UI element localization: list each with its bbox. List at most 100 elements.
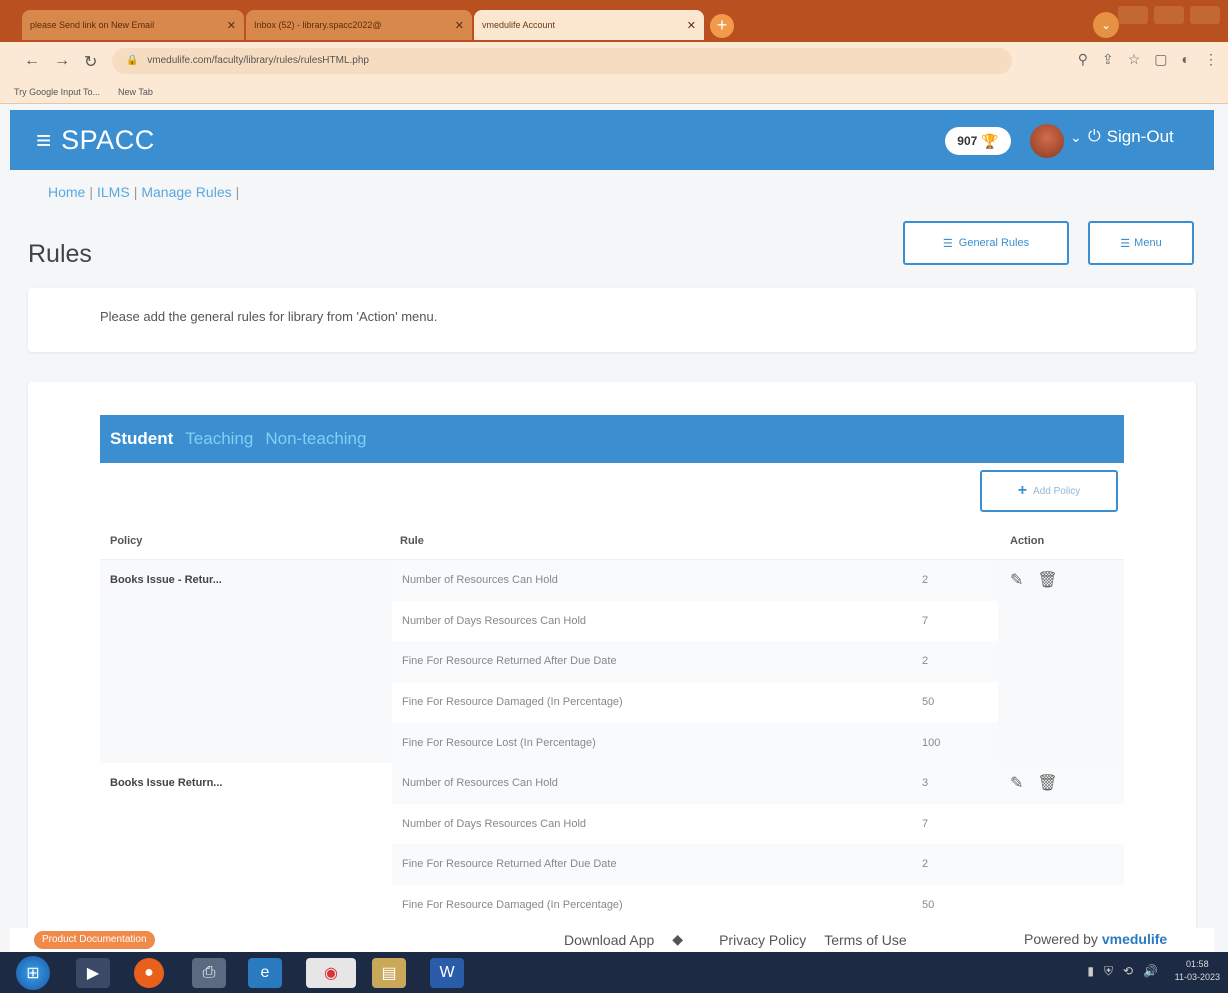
add-policy-button[interactable]: + Add Policy bbox=[980, 470, 1118, 512]
column-header-policy: Policy bbox=[110, 534, 143, 547]
rule-value: 2 bbox=[922, 574, 929, 587]
printer-icon[interactable]: ⎙ bbox=[192, 958, 226, 988]
chrome-icon[interactable]: ◉ bbox=[306, 958, 356, 988]
tab-non-teaching[interactable]: Non-teaching bbox=[265, 429, 366, 449]
browser-tab-1[interactable]: please Send link on New Email ✕ bbox=[22, 10, 244, 40]
app-window: ≡ SPACC 907 🏆 ⌄ ⏻ Sign-Out Home | ILMS | Man… bbox=[10, 110, 1214, 993]
rule-name: Fine For Resource Returned After Due Dat… bbox=[402, 858, 617, 871]
browser-tab-2[interactable]: Inbox (52) - library.spacc2022@ ✕ bbox=[246, 10, 472, 40]
column-header-action: Action bbox=[1010, 534, 1045, 547]
signout-button[interactable]: ⏻ Sign-Out bbox=[1088, 127, 1174, 147]
system-clock[interactable]: 01:58 11-03-2023 bbox=[1175, 958, 1220, 984]
android-icon[interactable]: ◆ bbox=[672, 931, 683, 948]
browser-tab-title: please Send link on New Email bbox=[30, 20, 155, 30]
trash-icon[interactable]: 🗑 bbox=[1037, 773, 1057, 915]
menu-button[interactable]: ☰ Menu bbox=[1088, 221, 1194, 265]
browser-tab-bar: please Send link on New Email ✕ Inbox (5… bbox=[0, 0, 1228, 42]
breadcrumb-home[interactable]: Home bbox=[48, 184, 85, 200]
edit-icon[interactable]: ✎ bbox=[1010, 570, 1023, 753]
plus-icon: + bbox=[1017, 482, 1028, 499]
rule-name: Fine For Resource Damaged (In Percentage… bbox=[402, 696, 623, 709]
close-icon[interactable]: ✕ bbox=[455, 19, 464, 32]
file-explorer-icon[interactable]: ▤ bbox=[372, 958, 406, 988]
download-app-link[interactable]: Download App bbox=[564, 932, 654, 948]
rule-value: 2 bbox=[922, 655, 929, 668]
browser-tab-title: vmedulife Account bbox=[482, 20, 556, 30]
clock-time: 01:58 bbox=[1186, 959, 1209, 969]
footer: Product Documentation Download App ◆ Pri… bbox=[10, 928, 1214, 952]
minimize-button[interactable] bbox=[1118, 6, 1148, 24]
powered-by-brand[interactable]: vmedulife bbox=[1102, 931, 1167, 947]
user-type-tabs: Student Teaching Non-teaching bbox=[100, 415, 1124, 463]
points-badge[interactable]: 907 🏆 bbox=[945, 127, 1011, 155]
rule-value: 7 bbox=[922, 817, 929, 830]
firefox-icon[interactable]: ● bbox=[134, 958, 164, 988]
edit-icon[interactable]: ✎ bbox=[1010, 773, 1023, 915]
list-icon: ☰ bbox=[942, 237, 953, 250]
new-tab-button[interactable]: + bbox=[710, 14, 734, 38]
search-icon[interactable]: ⚲ bbox=[1078, 51, 1088, 68]
bookmark-item[interactable]: New Tab bbox=[118, 87, 153, 97]
avatar[interactable] bbox=[1030, 124, 1064, 158]
shield-icon[interactable]: ⛨ bbox=[1104, 964, 1113, 979]
table-header: Policy Rule Action bbox=[100, 522, 1124, 560]
media-player-icon[interactable]: ▶ bbox=[76, 958, 110, 988]
tab-search-icon[interactable]: ⌄ bbox=[1093, 12, 1119, 38]
share-icon[interactable]: ⇪ bbox=[1102, 51, 1114, 68]
close-icon[interactable]: ✕ bbox=[227, 19, 236, 32]
menu-label: Menu bbox=[1134, 237, 1162, 249]
tab-student[interactable]: Student bbox=[110, 429, 173, 449]
tab-teaching[interactable]: Teaching bbox=[185, 429, 253, 449]
url-field[interactable]: 🔒 vmedulife.com/faculty/library/rules/ru… bbox=[112, 48, 1012, 74]
points-value: 907 bbox=[957, 134, 978, 148]
url-text: vmedulife.com/faculty/library/rules/rule… bbox=[147, 55, 369, 66]
privacy-policy-link[interactable]: Privacy Policy bbox=[719, 932, 806, 948]
clock-date: 11-03-2023 bbox=[1174, 972, 1220, 982]
power-icon: ⏻ bbox=[1088, 128, 1101, 145]
ie-icon[interactable]: e bbox=[248, 958, 282, 988]
hamburger-menu-icon[interactable]: ≡ bbox=[36, 125, 51, 156]
signout-label: Sign-Out bbox=[1106, 127, 1174, 146]
browser-tab-3[interactable]: vmedulife Account ✕ bbox=[474, 10, 704, 40]
extension-icon[interactable]: ◐ bbox=[1182, 51, 1190, 68]
reload-icon[interactable]: ↻ bbox=[84, 52, 97, 72]
start-button-icon[interactable]: ⊞ bbox=[16, 956, 50, 990]
column-header-rule: Rule bbox=[400, 534, 424, 547]
sync-icon[interactable]: ⟲ bbox=[1123, 964, 1133, 979]
address-bar-row: ← → ↻ 🔒 vmedulife.com/faculty/library/ru… bbox=[0, 42, 1228, 80]
terms-of-use-link[interactable]: Terms of Use bbox=[824, 932, 906, 948]
breadcrumb: Home | ILMS | Manage Rules | bbox=[48, 184, 240, 200]
back-arrow-icon[interactable]: ← bbox=[24, 52, 40, 70]
breadcrumb-ilms[interactable]: ILMS bbox=[97, 184, 130, 200]
word-icon[interactable]: W bbox=[430, 958, 464, 988]
close-icon[interactable]: ✕ bbox=[687, 19, 696, 32]
policy-group: Books Issue Return... Number of Resource… bbox=[100, 762, 1124, 925]
bookmarks-bar: Try Google Input To... New Tab bbox=[0, 80, 1228, 104]
rule-name: Fine For Resource Returned After Due Dat… bbox=[402, 655, 617, 668]
rule-value: 3 bbox=[922, 777, 929, 790]
rule-name: Number of Days Resources Can Hold bbox=[402, 614, 587, 627]
policy-name: Books Issue Return... bbox=[110, 776, 223, 789]
chevron-down-icon[interactable]: ⌄ bbox=[1070, 129, 1082, 146]
trash-icon[interactable]: 🗑 bbox=[1037, 570, 1057, 753]
close-window-button[interactable] bbox=[1190, 6, 1220, 24]
general-rules-button[interactable]: ☰ General Rules bbox=[903, 221, 1069, 265]
forward-arrow-icon[interactable]: → bbox=[54, 52, 70, 70]
bookmark-item[interactable]: Try Google Input To... bbox=[14, 87, 100, 97]
star-icon[interactable]: ☆ bbox=[1128, 51, 1141, 68]
windows-taskbar: ⊞ ▶ ● ⎙ e ◉ ▤ W ▮ ⛨ ⟲ 🔊 01:58 11-03-2023 bbox=[0, 952, 1228, 993]
product-documentation-badge[interactable]: Product Documentation bbox=[34, 931, 155, 949]
maximize-button[interactable] bbox=[1154, 6, 1184, 24]
brand-title: SPACC bbox=[61, 124, 155, 155]
sidepanel-icon[interactable]: ▢ bbox=[1154, 51, 1167, 68]
more-menu-icon[interactable]: ⋮ bbox=[1204, 51, 1218, 68]
rule-name: Number of Days Resources Can Hold bbox=[402, 817, 587, 830]
footer-links: Download App ◆ Privacy Policy Terms of U… bbox=[564, 931, 907, 948]
volume-icon[interactable]: 🔊 bbox=[1143, 964, 1158, 979]
policy-group: Books Issue - Retur... Number of Resourc… bbox=[100, 560, 1124, 763]
breadcrumb-manage-rules[interactable]: Manage Rules bbox=[141, 184, 231, 200]
add-policy-label: Add Policy bbox=[1033, 485, 1081, 497]
rule-name: Number of Resources Can Hold bbox=[402, 777, 558, 790]
action-cell: ✎ 🗑 bbox=[998, 560, 1124, 763]
network-icon[interactable]: ▮ bbox=[1087, 964, 1094, 979]
